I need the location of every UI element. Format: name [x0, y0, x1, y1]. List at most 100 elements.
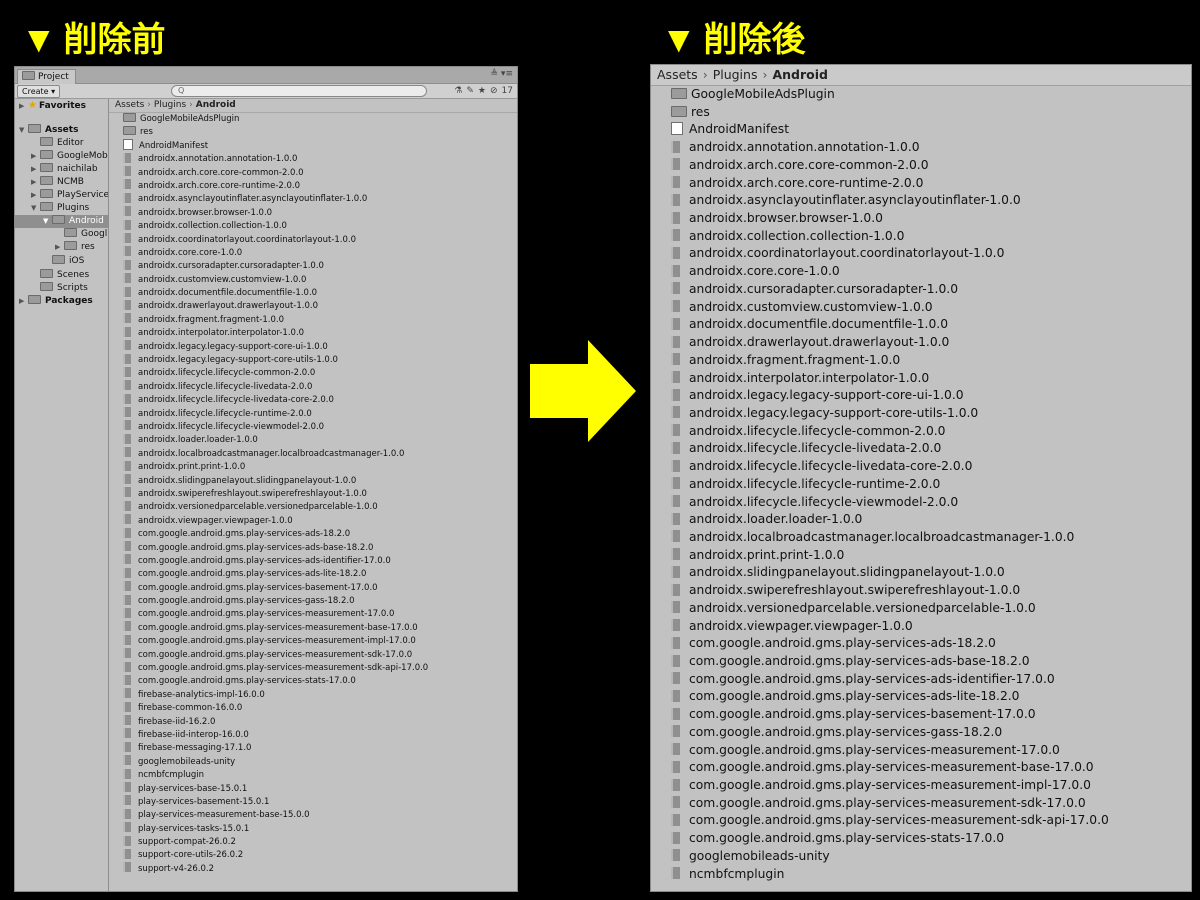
asset-item[interactable]: com.google.android.gms.play-services-ads…	[651, 635, 1191, 653]
asset-item[interactable]: androidx.customview.customview-1.0.0	[651, 299, 1191, 317]
asset-item[interactable]: com.google.android.gms.play-services-mea…	[109, 621, 517, 635]
asset-item[interactable]: androidx.lifecycle.lifecycle-common-2.0.…	[651, 423, 1191, 441]
asset-item[interactable]: androidx.annotation.annotation-1.0.0	[651, 139, 1191, 157]
tree-item[interactable]: Editor	[15, 137, 108, 150]
asset-item[interactable]: ncmbfcmplugin	[651, 866, 1191, 884]
asset-item[interactable]: androidx.loader.loader-1.0.0	[651, 511, 1191, 529]
tree-item[interactable]: ▶ ★ Favorites	[15, 99, 108, 112]
asset-item[interactable]: androidx.collection.collection-1.0.0	[651, 228, 1191, 246]
asset-item[interactable]: androidx.lifecycle.lifecycle-viewmodel-2…	[109, 420, 517, 434]
collapsed-arrow-icon[interactable]: ▶	[31, 176, 40, 189]
asset-item[interactable]: com.google.android.gms.play-services-mea…	[651, 742, 1191, 760]
asset-item[interactable]: androidx.coordinatorlayout.coordinatorla…	[109, 233, 517, 247]
asset-item[interactable]: com.google.android.gms.play-services-ads…	[109, 527, 517, 541]
folder-item[interactable]: res	[651, 104, 1191, 122]
asset-item[interactable]: play-services-base-15.0.1	[109, 782, 517, 796]
asset-item[interactable]: com.google.android.gms.play-services-mea…	[109, 634, 517, 648]
asset-item[interactable]: androidx.documentfile.documentfile-1.0.0	[109, 286, 517, 300]
expanded-arrow-icon[interactable]: ▼	[43, 215, 52, 228]
breadcrumb-item[interactable]: Android	[772, 67, 828, 82]
collapsed-arrow-icon[interactable]: ▶	[19, 295, 28, 308]
asset-item[interactable]: play-services-measurement-base-15.0.0	[109, 808, 517, 822]
asset-item[interactable]: com.google.android.gms.play-services-ads…	[651, 653, 1191, 671]
asset-item[interactable]: androidx.asynclayoutinflater.asynclayout…	[109, 192, 517, 206]
tree-item[interactable]: ▼ Android	[15, 215, 108, 228]
asset-item[interactable]: com.google.android.gms.play-services-gas…	[651, 724, 1191, 742]
asset-item[interactable]: androidx.loader.loader-1.0.0	[109, 433, 517, 447]
asset-item[interactable]: androidx.interpolator.interpolator-1.0.0	[109, 326, 517, 340]
asset-item[interactable]: androidx.versionedparcelable.versionedpa…	[109, 500, 517, 514]
folder-item[interactable]: GoogleMobileAdsPlugin	[651, 86, 1191, 104]
asset-item[interactable]: com.google.android.gms.play-services-gas…	[109, 594, 517, 608]
asset-item[interactable]: androidx.slidingpanelayout.slidingpanela…	[651, 564, 1191, 582]
asset-item[interactable]: androidx.arch.core.core-runtime-2.0.0	[651, 175, 1191, 193]
asset-item[interactable]: androidx.core.core-1.0.0	[109, 246, 517, 260]
asset-item[interactable]: AndroidManifest	[109, 138, 517, 153]
asset-item[interactable]: androidx.localbroadcastmanager.localbroa…	[651, 529, 1191, 547]
tree-item[interactable]: Scenes	[15, 269, 108, 282]
asset-item[interactable]: googlemobileads-unity	[651, 848, 1191, 866]
tree-item[interactable]: ▶ PlayService	[15, 189, 108, 202]
asset-item[interactable]: androidx.arch.core.core-common-2.0.0	[651, 157, 1191, 175]
label-icon[interactable]: ✎	[466, 86, 474, 96]
asset-item[interactable]: firebase-iid-16.2.0	[109, 715, 517, 729]
create-button[interactable]: Create ▾	[17, 85, 61, 98]
tree-item[interactable]: ▼ Assets	[15, 124, 108, 137]
asset-item[interactable]: androidx.browser.browser-1.0.0	[109, 206, 517, 220]
asset-item[interactable]: androidx.legacy.legacy-support-core-util…	[109, 353, 517, 367]
asset-item[interactable]: play-services-basement-15.0.1	[109, 795, 517, 809]
asset-item[interactable]: AndroidManifest	[651, 121, 1191, 139]
asset-item[interactable]: androidx.core.core-1.0.0	[651, 263, 1191, 281]
asset-item[interactable]: androidx.customview.customview-1.0.0	[109, 273, 517, 287]
collapsed-arrow-icon[interactable]: ▶	[31, 150, 40, 163]
tree-item[interactable]: Scripts	[15, 282, 108, 295]
asset-item[interactable]: com.google.android.gms.play-services-sta…	[109, 674, 517, 688]
asset-item[interactable]: androidx.legacy.legacy-support-core-util…	[651, 405, 1191, 423]
tree-item[interactable]: ▶ GoogleMob	[15, 150, 108, 163]
breadcrumb-item[interactable]: Assets	[115, 100, 144, 110]
asset-item[interactable]: androidx.collection.collection-1.0.0	[109, 219, 517, 233]
hidden-packages-icon[interactable]: ⊘	[490, 86, 498, 96]
star-icon[interactable]: ★	[478, 86, 486, 96]
asset-item[interactable]: androidx.cursoradapter.cursoradapter-1.0…	[651, 281, 1191, 299]
breadcrumb-item[interactable]: Plugins	[154, 100, 186, 110]
tree-item[interactable]: iOS	[15, 255, 108, 268]
asset-item[interactable]: com.google.android.gms.play-services-mea…	[109, 648, 517, 662]
asset-item[interactable]: com.google.android.gms.play-services-mea…	[651, 795, 1191, 813]
tree-item[interactable]: ▶ NCMB	[15, 176, 108, 189]
asset-item[interactable]: com.google.android.gms.play-services-bas…	[651, 706, 1191, 724]
window-menu-icon[interactable]: ≜ ▾≡	[491, 69, 513, 79]
asset-item[interactable]: androidx.arch.core.core-runtime-2.0.0	[109, 179, 517, 193]
asset-item[interactable]: com.google.android.gms.play-services-mea…	[651, 759, 1191, 777]
asset-item[interactable]: androidx.print.print-1.0.0	[651, 547, 1191, 565]
asset-item[interactable]: firebase-common-16.0.0	[109, 701, 517, 715]
tree-item[interactable]: Googl	[15, 228, 108, 241]
asset-item[interactable]: ncmbfcmplugin	[109, 768, 517, 782]
asset-item[interactable]: com.google.android.gms.play-services-ads…	[109, 567, 517, 581]
breadcrumb-item[interactable]: Android	[196, 100, 236, 110]
asset-item[interactable]: com.google.android.gms.play-services-mea…	[109, 661, 517, 675]
asset-item[interactable]: androidx.annotation.annotation-1.0.0	[109, 152, 517, 166]
asset-item[interactable]: androidx.localbroadcastmanager.localbroa…	[109, 447, 517, 461]
asset-item[interactable]: androidx.lifecycle.lifecycle-livedata-co…	[109, 393, 517, 407]
asset-item[interactable]: androidx.lifecycle.lifecycle-runtime-2.0…	[651, 476, 1191, 494]
asset-item[interactable]: com.google.android.gms.play-services-ads…	[651, 671, 1191, 689]
asset-item[interactable]: androidx.viewpager.viewpager-1.0.0	[109, 514, 517, 528]
search-by-type-icon[interactable]: ⚗	[454, 86, 462, 96]
collapsed-arrow-icon[interactable]: ▶	[55, 241, 64, 254]
asset-item[interactable]: com.google.android.gms.play-services-ads…	[109, 541, 517, 555]
asset-item[interactable]: androidx.arch.core.core-common-2.0.0	[109, 166, 517, 180]
asset-item[interactable]: androidx.drawerlayout.drawerlayout-1.0.0	[651, 334, 1191, 352]
asset-item[interactable]: androidx.documentfile.documentfile-1.0.0	[651, 316, 1191, 334]
tree-item[interactable]: ▶ naichilab	[15, 163, 108, 176]
expanded-arrow-icon[interactable]: ▼	[19, 124, 28, 137]
asset-item[interactable]: com.google.android.gms.play-services-bas…	[109, 581, 517, 595]
collapsed-arrow-icon[interactable]: ▶	[31, 163, 40, 176]
asset-item[interactable]: androidx.lifecycle.lifecycle-common-2.0.…	[109, 366, 517, 380]
tree-item[interactable]: ▶ Packages	[15, 295, 108, 308]
asset-item[interactable]: androidx.interpolator.interpolator-1.0.0	[651, 370, 1191, 388]
asset-item[interactable]: androidx.slidingpanelayout.slidingpanela…	[109, 474, 517, 488]
asset-item[interactable]: androidx.legacy.legacy-support-core-ui-1…	[109, 340, 517, 354]
asset-item[interactable]: firebase-iid-interop-16.0.0	[109, 728, 517, 742]
asset-item[interactable]: androidx.browser.browser-1.0.0	[651, 210, 1191, 228]
